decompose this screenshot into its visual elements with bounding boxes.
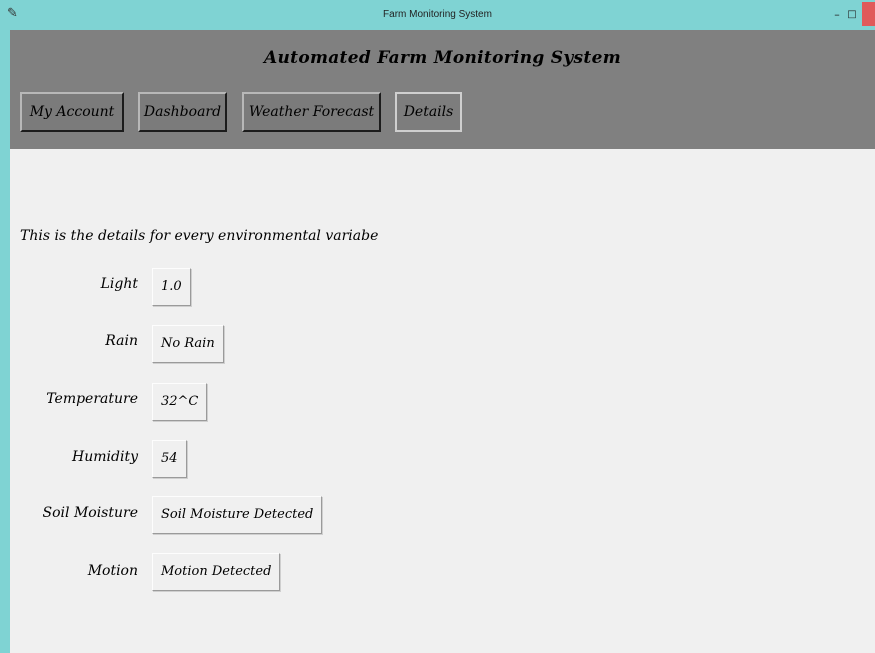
rain-label: Rain	[105, 333, 138, 349]
app-title: Automated Farm Monitoring System	[264, 48, 621, 68]
maximize-button[interactable]: □	[845, 9, 859, 21]
details-button[interactable]: Details	[395, 92, 462, 132]
light-value[interactable]: 1.0	[152, 268, 191, 306]
dashboard-button[interactable]: Dashboard	[138, 92, 227, 132]
humidity-label: Humidity	[72, 449, 138, 465]
main-content: Automated Farm Monitoring System My Acco…	[10, 30, 875, 653]
close-button[interactable]	[862, 2, 875, 26]
minimize-button[interactable]: –	[830, 9, 844, 21]
header-bar: Automated Farm Monitoring System My Acco…	[10, 30, 875, 149]
humidity-value[interactable]: 54	[152, 440, 187, 478]
light-label: Light	[100, 276, 138, 292]
temperature-value[interactable]: 32^C	[152, 383, 208, 421]
temperature-label: Temperature	[46, 391, 138, 407]
details-intro: This is the details for every environmen…	[20, 228, 379, 244]
soil-moisture-value[interactable]: Soil Moisture Detected	[152, 496, 323, 534]
my-account-button[interactable]: My Account	[20, 92, 124, 132]
motion-value[interactable]: Motion Detected	[152, 553, 281, 591]
rain-value[interactable]: No Rain	[152, 325, 224, 363]
weather-forecast-button[interactable]: Weather Forecast	[242, 92, 381, 132]
motion-label: Motion	[87, 563, 138, 579]
app-window: ✎ Farm Monitoring System – □ Automated F…	[0, 0, 875, 653]
soil-moisture-label: Soil Moisture	[42, 505, 138, 521]
window-titlebar[interactable]: ✎ Farm Monitoring System – □	[0, 0, 875, 30]
window-title: Farm Monitoring System	[383, 9, 492, 20]
